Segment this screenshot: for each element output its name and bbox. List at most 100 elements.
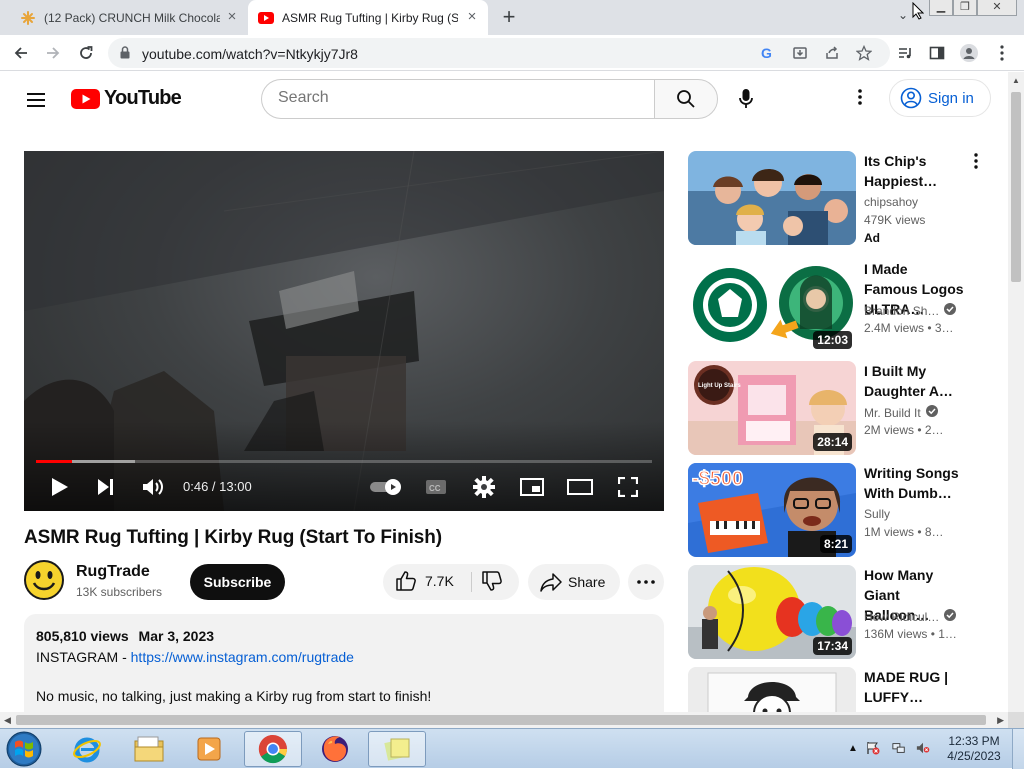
taskbar-firefox[interactable] bbox=[306, 731, 364, 767]
dislike-button[interactable] bbox=[481, 570, 503, 597]
play-button[interactable] bbox=[48, 475, 72, 499]
recommendation-title[interactable]: I Built My Daughter A… bbox=[864, 361, 964, 401]
sign-in-button[interactable]: Sign in bbox=[889, 79, 991, 117]
vertical-scroll-thumb[interactable] bbox=[1011, 92, 1021, 282]
lock-icon[interactable] bbox=[120, 46, 130, 64]
video-thumbnail[interactable]: Light Up Stairs 28:14 bbox=[688, 361, 856, 455]
show-desktop-button[interactable] bbox=[1012, 729, 1024, 769]
horizontal-scrollbar[interactable]: ◀ ▶ bbox=[0, 712, 1008, 728]
profile-avatar-icon[interactable] bbox=[960, 44, 978, 62]
fullscreen-button[interactable] bbox=[616, 475, 640, 499]
scroll-right-arrow-icon[interactable]: ▶ bbox=[997, 715, 1004, 726]
channel-avatar[interactable] bbox=[24, 560, 64, 600]
fullscreen-icon bbox=[618, 477, 638, 497]
recommendation-item[interactable]: Its Chip's Happiest… chipsahoy 479K view… bbox=[688, 151, 998, 247]
media-controls-icon[interactable] bbox=[896, 44, 914, 62]
autoplay-toggle[interactable] bbox=[368, 475, 404, 499]
video-thumbnail[interactable] bbox=[688, 667, 856, 712]
video-thumbnail[interactable]: -$500 8:21 bbox=[688, 463, 856, 557]
side-panel-icon[interactable] bbox=[928, 44, 946, 62]
recommendation-title[interactable]: Writing Songs With Dumb… bbox=[864, 463, 964, 503]
video-thumbnail[interactable]: 17:34 bbox=[688, 565, 856, 659]
description-text: No music, no talking, just making a Kirb… bbox=[36, 688, 432, 704]
miniplayer-button[interactable] bbox=[519, 475, 545, 499]
youtube-logo[interactable]: YouTube bbox=[71, 87, 182, 110]
thumb-text: Light Up Stairs bbox=[698, 383, 741, 389]
channel-name[interactable]: RugTrade bbox=[76, 563, 150, 581]
tab-close-icon[interactable]: × bbox=[224, 9, 240, 25]
tab-youtube-video[interactable]: ASMR Rug Tufting | Kirby Rug (Start To F… bbox=[248, 0, 488, 35]
share-button[interactable]: Share bbox=[528, 564, 620, 600]
settings-menu-icon[interactable] bbox=[850, 88, 870, 112]
like-count: 7.7K bbox=[425, 573, 454, 589]
video-frame-scene bbox=[24, 151, 664, 511]
recommendation-item[interactable]: MADE RUG | LUFFY… bbox=[688, 667, 998, 712]
settings-button[interactable] bbox=[472, 475, 496, 499]
svg-text:G: G bbox=[761, 46, 772, 60]
hamburger-menu-icon[interactable] bbox=[24, 88, 48, 112]
horizontal-scroll-thumb[interactable] bbox=[16, 715, 986, 725]
instagram-link[interactable]: https://www.instagram.com/rugtrade bbox=[131, 649, 354, 665]
taskbar-sticky-notes[interactable] bbox=[368, 731, 426, 767]
description-box[interactable]: 805,810 views Mar 3, 2023 INSTAGRAM - ht… bbox=[24, 614, 664, 712]
recommendation-item[interactable]: Light Up Stairs 28:14 I Built My Daughte… bbox=[688, 361, 998, 457]
google-lens-icon[interactable]: G bbox=[760, 45, 776, 61]
next-button[interactable] bbox=[94, 475, 118, 499]
channel-name-text: Mr. Build It bbox=[864, 405, 921, 420]
system-clock[interactable]: 12:33 PM 4/25/2023 bbox=[944, 734, 1004, 764]
recommendation-views: 2M views • 2… bbox=[864, 423, 944, 437]
restore-button[interactable]: ❐ bbox=[953, 0, 977, 16]
recommendation-item[interactable]: -$500 8:21 Writing Songs With Dumb… Sull… bbox=[688, 463, 998, 559]
recommendation-title[interactable]: MADE RUG | LUFFY… bbox=[864, 667, 964, 707]
more-horiz-icon bbox=[637, 580, 655, 584]
browser-menu-icon[interactable] bbox=[993, 44, 1011, 62]
new-tab-button[interactable]: + bbox=[498, 6, 520, 28]
video-thumbnail[interactable] bbox=[688, 151, 856, 245]
recommendation-item[interactable]: 12:03 I Made Famous Logos ULTRA… Brandon… bbox=[688, 259, 998, 355]
vertical-scrollbar[interactable]: ▲ bbox=[1008, 72, 1024, 712]
address-bar[interactable]: youtube.com/watch?v=Ntkykjy7Jr8 G bbox=[108, 38, 890, 68]
media-player-icon bbox=[197, 737, 221, 761]
more-actions-button[interactable] bbox=[628, 564, 664, 600]
taskbar-chrome[interactable] bbox=[244, 731, 302, 767]
kebab-menu-icon[interactable] bbox=[970, 153, 982, 173]
search-button[interactable] bbox=[654, 79, 718, 119]
progress-played bbox=[36, 460, 72, 463]
install-app-icon[interactable] bbox=[792, 45, 808, 61]
verified-check-icon bbox=[925, 405, 938, 420]
network-icon[interactable] bbox=[892, 741, 906, 755]
volume-muted-icon[interactable] bbox=[916, 741, 930, 755]
scroll-up-arrow-icon[interactable]: ▲ bbox=[1012, 76, 1020, 85]
share-page-icon[interactable] bbox=[824, 45, 840, 61]
taskbar-internet-explorer[interactable] bbox=[58, 731, 116, 767]
tab-close-icon[interactable]: × bbox=[464, 9, 480, 25]
recommendation-channel: Mr. Build It bbox=[864, 405, 938, 420]
back-button[interactable] bbox=[10, 42, 32, 64]
subscribe-button[interactable]: Subscribe bbox=[190, 564, 285, 600]
recommendation-item[interactable]: 17:34 How Many Giant Balloon… How Ridicu… bbox=[688, 565, 998, 661]
start-button[interactable] bbox=[4, 730, 44, 768]
search-input[interactable] bbox=[278, 89, 638, 107]
show-hidden-icons-icon[interactable]: ▲ bbox=[846, 741, 860, 755]
search-field[interactable] bbox=[261, 79, 655, 119]
taskbar-file-explorer[interactable] bbox=[120, 731, 178, 767]
mute-button[interactable] bbox=[141, 475, 165, 499]
video-player[interactable]: 0:46 / 13:00 CC bbox=[24, 151, 664, 511]
recommendation-title[interactable]: Its Chip's Happiest… bbox=[864, 151, 964, 191]
taskbar-media-player[interactable] bbox=[180, 731, 238, 767]
tab-search-chevron-icon[interactable]: ⌄ bbox=[898, 8, 908, 22]
close-window-button[interactable]: ✕ bbox=[977, 0, 1017, 16]
minimize-button[interactable]: ▁ bbox=[929, 0, 953, 16]
forward-button[interactable] bbox=[42, 42, 64, 64]
video-thumbnail[interactable]: 12:03 bbox=[688, 259, 856, 353]
like-button[interactable]: 7.7K bbox=[395, 570, 454, 592]
progress-bar[interactable] bbox=[36, 460, 652, 463]
theater-mode-button[interactable] bbox=[566, 475, 594, 499]
subtitles-button[interactable]: CC bbox=[424, 475, 448, 499]
microphone-icon[interactable] bbox=[734, 88, 758, 112]
reload-button[interactable] bbox=[75, 42, 97, 64]
bookmark-star-icon[interactable] bbox=[856, 45, 872, 61]
scroll-left-arrow-icon[interactable]: ◀ bbox=[4, 715, 11, 726]
action-center-flag-icon[interactable] bbox=[866, 741, 880, 755]
tab-crunch[interactable]: (12 Pack) CRUNCH Milk Chocolate × bbox=[8, 0, 248, 35]
